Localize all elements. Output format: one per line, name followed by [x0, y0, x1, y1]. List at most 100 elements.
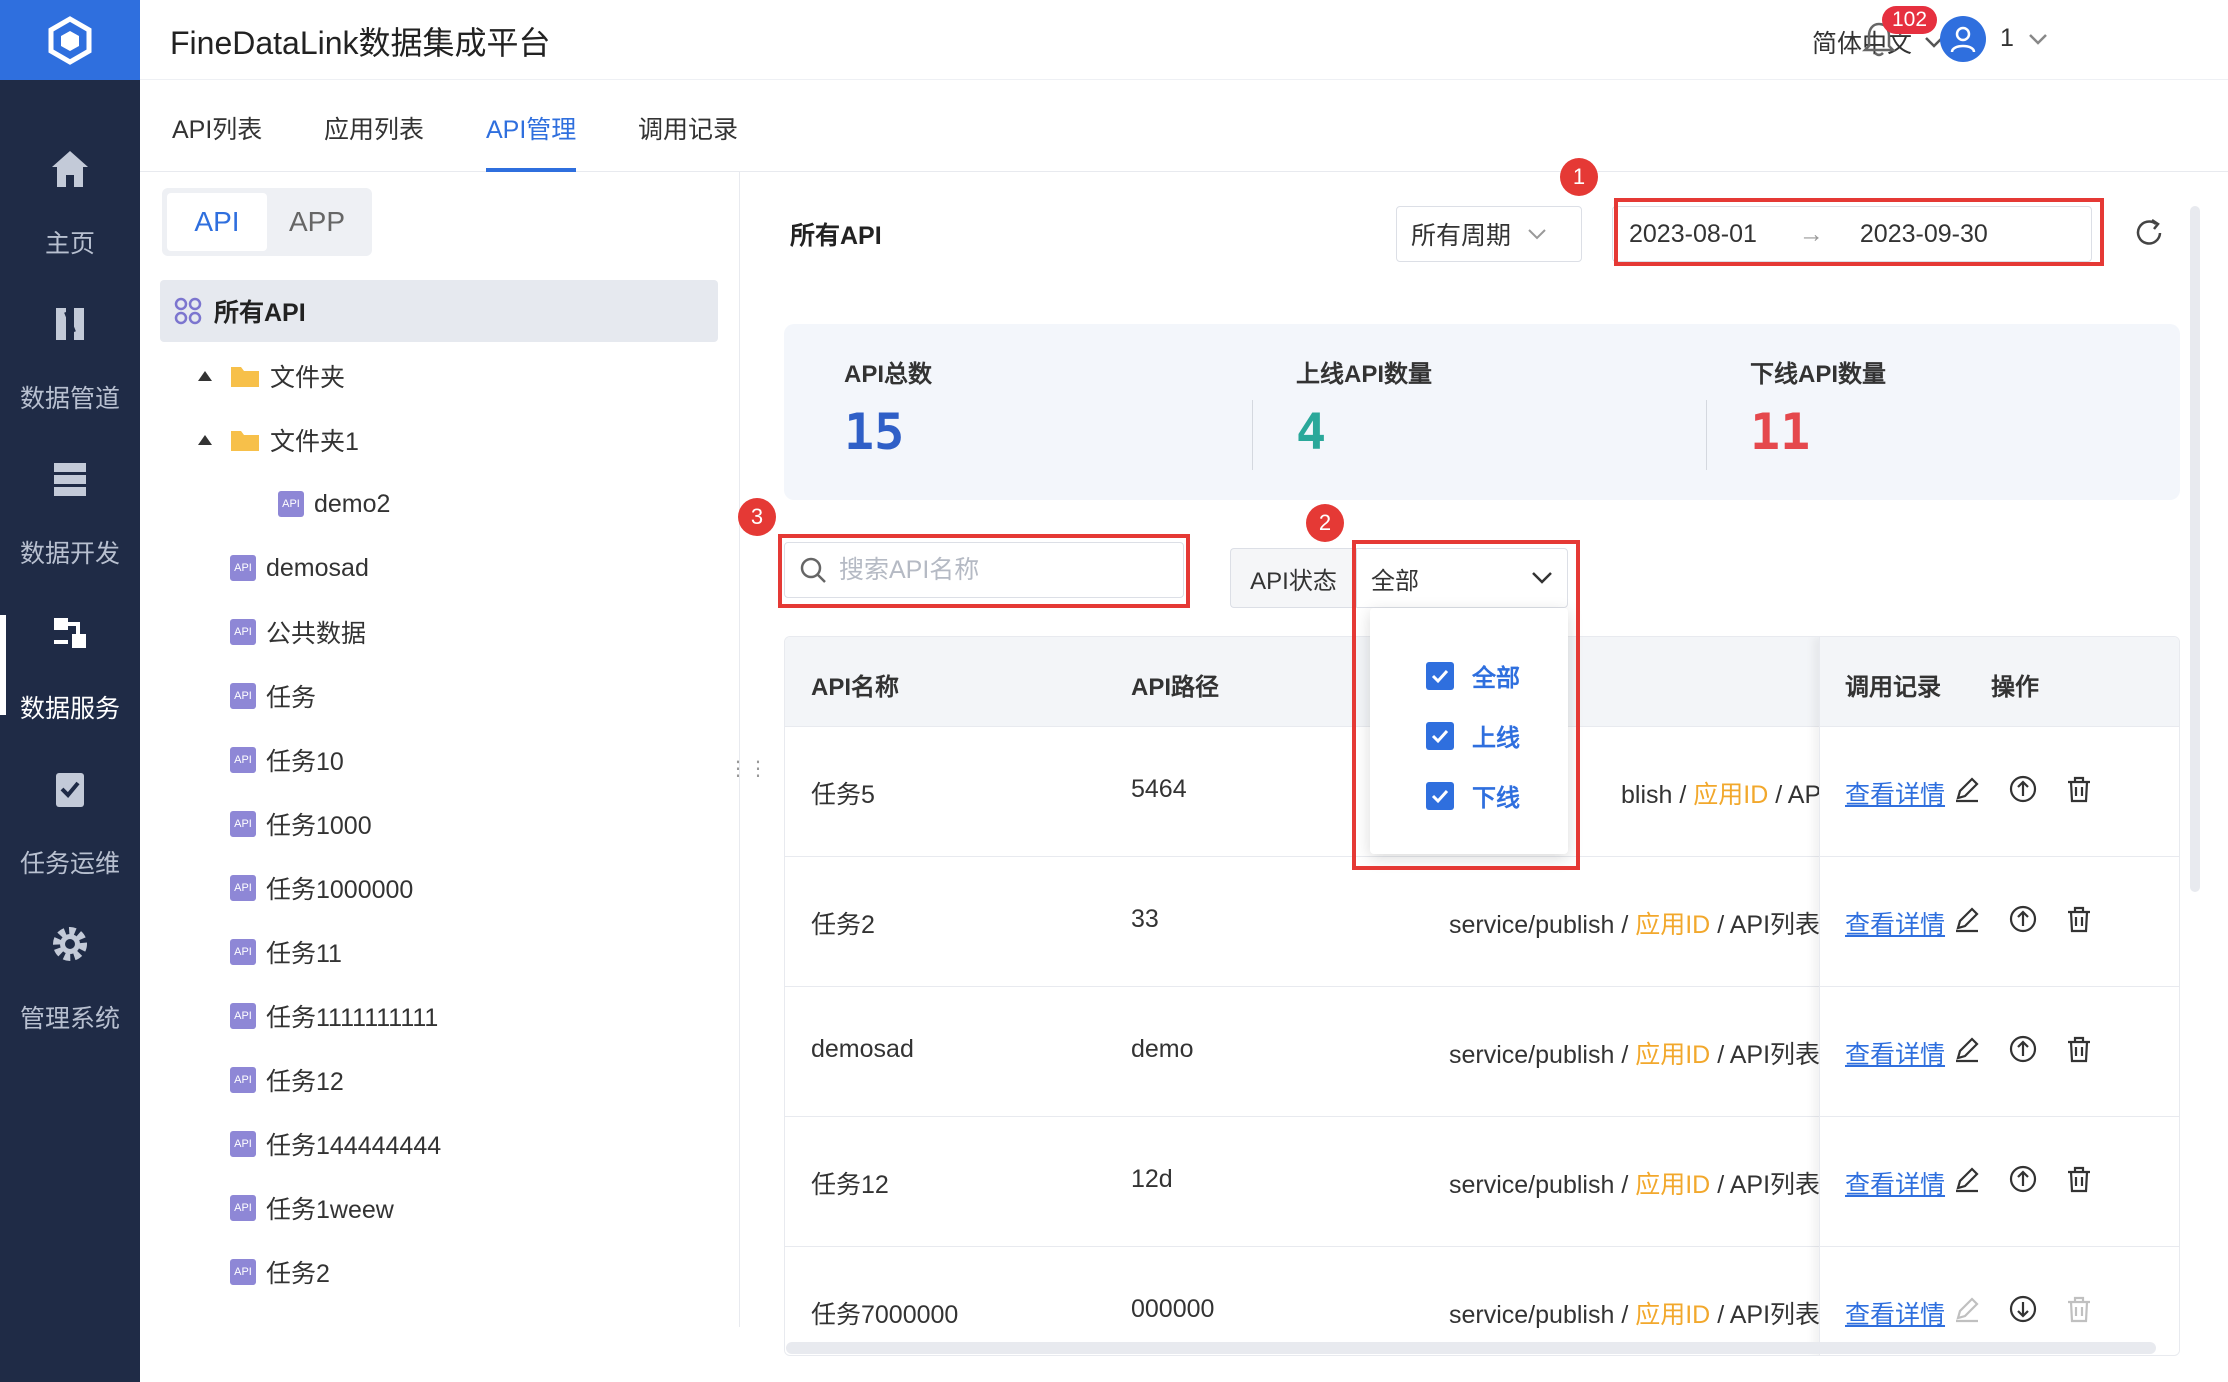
tree-item-label: 任务10 — [266, 748, 344, 776]
tree-item[interactable]: API 任务1000 — [230, 804, 372, 844]
app-logo[interactable] — [0, 0, 140, 80]
tree-item[interactable]: API 任务10 — [230, 740, 344, 780]
tab-api-manage[interactable]: API管理 — [486, 110, 577, 172]
app-title: FineDataLink数据集成平台 — [170, 25, 551, 61]
stats-panel: API总数 15 上线API数量 4 下线API数量 11 — [784, 324, 2180, 500]
tree-folder[interactable]: 文件夹 — [198, 356, 345, 396]
cell-full-path: blish / 应用ID / API列表 — [1621, 781, 1821, 809]
sidebar: 主页 数据管道 数据开发 数据服务 任务运维 管理系统 — [0, 0, 140, 1382]
col-api-path: API路径 — [1131, 674, 1220, 701]
user-icon — [1950, 26, 1976, 53]
tree-item-label: 任务12 — [266, 1068, 344, 1096]
tree-item[interactable]: API demo2 — [278, 484, 390, 524]
tree-item-label: 任务2 — [266, 1260, 330, 1288]
cell-api-path: 33 — [1131, 905, 1159, 933]
tab-app-list[interactable]: 应用列表 — [324, 110, 424, 172]
tree-item[interactable]: API 任务1weew — [230, 1188, 394, 1228]
tree-item-label: 任务11 — [266, 940, 342, 968]
tree-root-label: 所有API — [214, 299, 306, 327]
cell-full-path: service/publish / 应用ID / API列表 — [1449, 1041, 1819, 1069]
tree-item[interactable]: API 任务2 — [230, 1252, 330, 1292]
tree-item[interactable]: API 任务 — [230, 676, 316, 716]
highlight-box-date — [1614, 198, 2104, 266]
tree-item[interactable]: API 任务1111111111 — [230, 996, 438, 1036]
tree-item[interactable]: API 任务12 — [230, 1060, 344, 1100]
nav-admin[interactable]: 管理系统 — [0, 875, 140, 1075]
marker-1: 1 — [1560, 158, 1598, 196]
segment-api[interactable]: API — [167, 193, 267, 251]
stat-offline-value: 11 — [1750, 403, 1811, 461]
api-tree-panel: API APP 所有API 文件夹 文件夹1 API demo2 API dem… — [140, 172, 740, 1327]
col-api-name: API名称 — [811, 674, 900, 701]
cell-full-path: service/publish / 应用ID / API列表 — [1449, 1301, 1819, 1329]
tree-item-label: 任务 — [266, 684, 317, 712]
tree-item[interactable]: API 任务11 — [230, 932, 342, 972]
highlight-box-search — [778, 534, 1190, 608]
tree-item[interactable]: API 任务1000000 — [230, 868, 413, 908]
tab-api-list[interactable]: API列表 — [172, 110, 262, 172]
pipeline-icon — [45, 299, 95, 349]
stat-divider — [1252, 400, 1253, 470]
api-tag-icon: API — [230, 1259, 256, 1285]
expand-caret-icon[interactable] — [198, 435, 212, 445]
gear-icon — [45, 919, 95, 969]
stat-divider — [1706, 400, 1707, 470]
tree-item[interactable]: API 任务144444444 — [230, 1124, 441, 1164]
refresh-icon[interactable] — [2132, 216, 2166, 255]
notification-badge: 102 — [1882, 6, 1938, 34]
tree-folder[interactable]: 文件夹1 — [198, 420, 359, 460]
cell-api-path: 5464 — [1131, 775, 1187, 803]
tree-item-label: 任务1weew — [266, 1196, 394, 1224]
highlight-box-status — [1352, 540, 1580, 870]
develop-icon — [45, 454, 95, 504]
tree-root-all-api[interactable]: 所有API — [160, 280, 718, 342]
tree-item-label: 任务144444444 — [266, 1132, 442, 1160]
tree-item-label: 任务1000000 — [266, 876, 414, 904]
period-select[interactable]: 所有周期 — [1396, 206, 1582, 262]
cell-full-path: service/publish / 应用ID / API列表 — [1449, 911, 1819, 939]
cell-api-name: demosad — [811, 1035, 914, 1063]
tree-item[interactable]: API 公共数据 — [230, 612, 366, 652]
tree-item-label: 任务1000 — [266, 812, 372, 840]
api-tag-icon: API — [230, 619, 256, 645]
folder-icon — [231, 431, 259, 451]
main-content: 所有API 所有周期 2023-08-01 → 2023-09-30 1 API… — [738, 158, 2228, 1382]
tab-call-records[interactable]: 调用记录 — [638, 110, 738, 172]
chevron-down-icon — [1528, 229, 1546, 240]
tree-folder-label: 文件夹1 — [270, 428, 359, 456]
api-tag-icon: API — [230, 811, 256, 837]
api-status-label: API状态 — [1230, 548, 1356, 608]
horizontal-scrollbar[interactable] — [786, 1342, 2156, 1354]
service-icon — [45, 609, 95, 659]
period-value: 所有周期 — [1411, 222, 1512, 250]
vertical-scrollbar[interactable] — [2190, 206, 2200, 892]
user-name: 1 — [2000, 24, 2014, 52]
api-tag-icon: API — [230, 1003, 256, 1029]
api-tag-icon: API — [230, 875, 256, 901]
api-tag-icon: API — [230, 747, 256, 773]
cell-api-path: 12d — [1131, 1165, 1173, 1193]
user-menu[interactable]: 1 — [2000, 24, 2048, 53]
cell-full-path: service/publish / 应用ID / API列表 — [1449, 1171, 1819, 1199]
chevron-down-icon — [2029, 33, 2047, 45]
api-tag-icon: API — [230, 939, 256, 965]
logo-icon — [48, 16, 92, 65]
grid-icon — [174, 297, 202, 325]
segment-app[interactable]: APP — [267, 193, 367, 251]
tree-item-label: demosad — [266, 553, 369, 582]
expand-caret-icon[interactable] — [198, 371, 212, 381]
home-icon — [45, 144, 95, 194]
cell-api-name: 任务12 — [811, 1171, 889, 1199]
tree-item[interactable]: API demosad — [230, 548, 369, 588]
tree-item-label: demo2 — [314, 489, 391, 518]
avatar[interactable] — [1940, 16, 1986, 62]
stat-online: 上线API数量 4 — [1296, 354, 1432, 461]
api-tag-icon: API — [230, 555, 256, 581]
cell-api-name: 任务7000000 — [811, 1301, 959, 1329]
marker-2: 2 — [1306, 504, 1344, 542]
stat-total: API总数 15 — [844, 354, 932, 461]
stat-total-value: 15 — [844, 403, 905, 461]
api-tag-icon: API — [278, 491, 304, 517]
stat-online-value: 4 — [1296, 403, 1327, 461]
tree-item-label: 公共数据 — [266, 620, 367, 648]
